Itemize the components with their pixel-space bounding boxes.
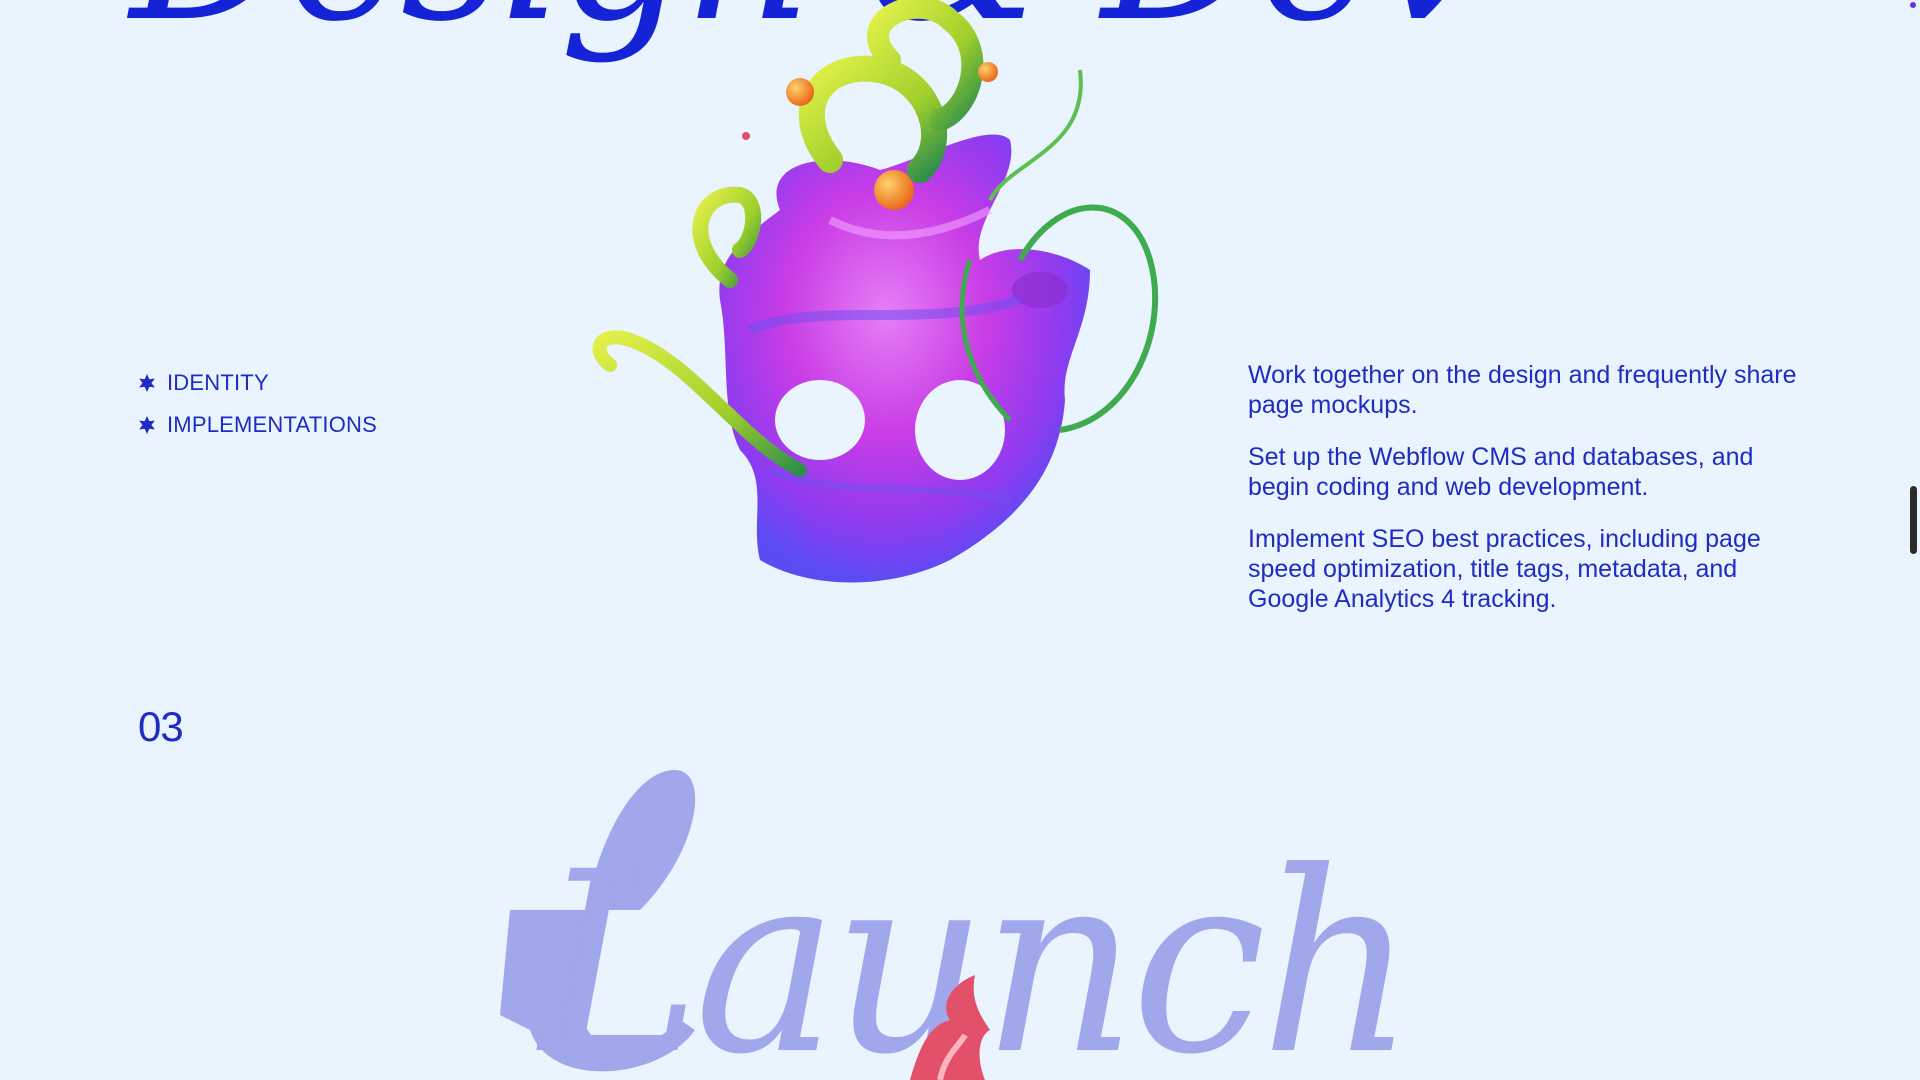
description-paragraph: Work together on the design and frequent… [1248,361,1797,419]
abstract-sculpture-image [592,0,1159,583]
section-number: 03 [138,703,184,750]
list-item: IDENTITY [138,362,377,404]
service-label: IMPLEMENTATIONS [167,412,377,437]
star-bullet-icon [139,416,155,434]
description-paragraph: Implement SEO best practices, including … [1248,525,1761,613]
status-dot [1910,2,1916,8]
star-bullet-icon [139,374,155,392]
description-paragraph: Set up the Webflow CMS and databases, an… [1248,443,1754,501]
services-list: IDENTITY IMPLEMENTATIONS [138,362,377,446]
description-block: Work together on the design and frequent… [1248,360,1808,636]
service-label: IDENTITY [167,370,269,395]
scrollbar-thumb[interactable] [1910,486,1917,554]
abstract-sculpture-image [910,975,990,1080]
page: Design & Dev [0,0,1920,1080]
list-item: IMPLEMENTATIONS [138,404,377,446]
